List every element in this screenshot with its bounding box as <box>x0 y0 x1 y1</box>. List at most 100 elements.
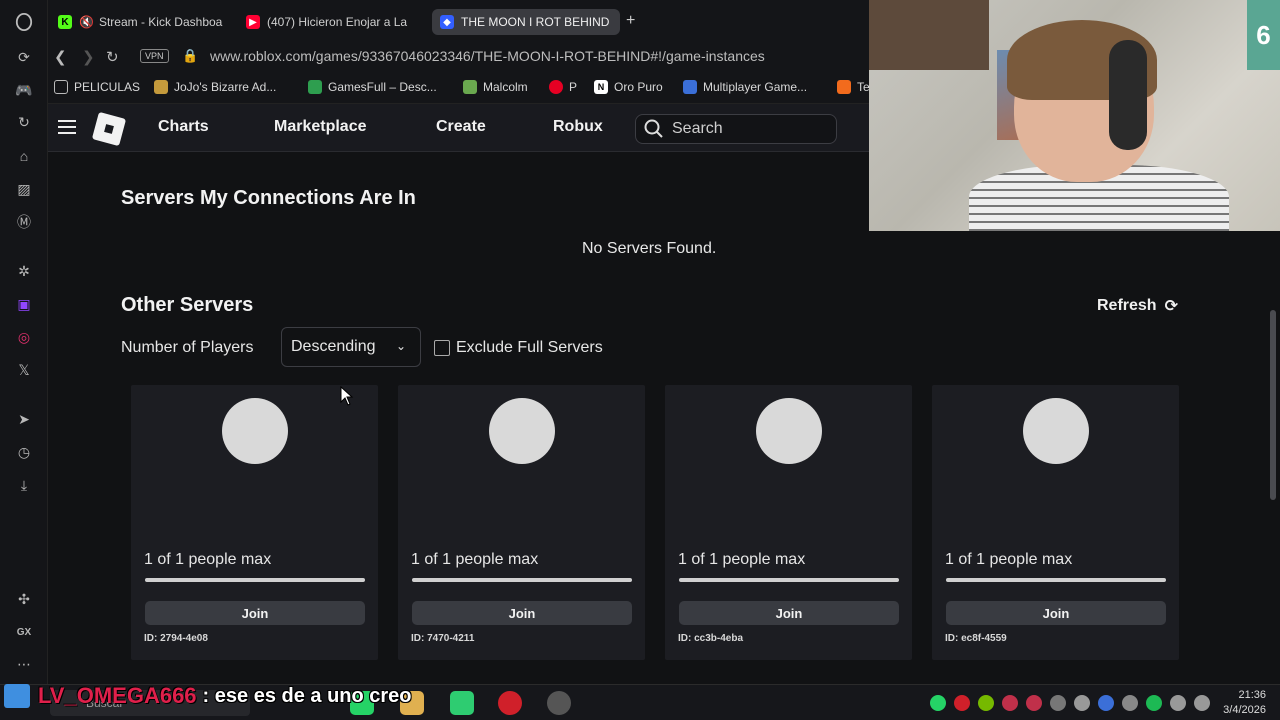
image-icon[interactable]: ▨ <box>12 177 36 201</box>
taskbar-clock[interactable]: 21:36 3/4/2026 <box>1223 688 1266 718</box>
m-icon[interactable]: Ⓜ <box>12 210 36 234</box>
volume-icon[interactable] <box>1194 695 1210 711</box>
new-tab-button[interactable]: + <box>626 12 635 30</box>
tab-title: Stream - Kick Dashboa <box>98 15 223 29</box>
tray-icon[interactable] <box>1002 695 1018 711</box>
gx-cleaner-icon[interactable]: ✣ <box>12 587 36 611</box>
forward-icon[interactable]: ❯ <box>82 48 95 66</box>
te-icon <box>837 80 851 94</box>
menu-icon[interactable] <box>58 120 76 138</box>
player-avatar[interactable] <box>756 398 822 464</box>
bookmark-label: P <box>569 80 578 94</box>
bookmark-malcolm[interactable]: Malcolm <box>463 80 528 94</box>
mouse-cursor-icon <box>340 386 354 406</box>
refresh-button[interactable]: Refresh ⟳ <box>1097 296 1178 316</box>
join-button[interactable]: Join <box>679 601 899 625</box>
multiplayer-icon <box>683 80 697 94</box>
page-scrollbar[interactable] <box>1266 232 1280 684</box>
refresh-circle-icon[interactable]: ↻ <box>12 110 36 134</box>
send-icon[interactable]: ➤ <box>12 407 36 431</box>
opera-gx-icon[interactable] <box>498 691 522 715</box>
back-icon[interactable]: ❮ <box>54 48 67 66</box>
join-button[interactable]: Join <box>412 601 632 625</box>
obs-icon[interactable] <box>547 691 571 715</box>
player-avatar[interactable] <box>222 398 288 464</box>
reload-icon[interactable]: ↻ <box>106 48 119 66</box>
headset-icon <box>1109 40 1147 150</box>
jojo-icon <box>154 80 168 94</box>
scroll-thumb[interactable] <box>1270 310 1276 500</box>
tab-youtube[interactable]: ▶ (407) Hicieron Enojar a La <box>238 9 428 35</box>
bookmark-label: GamesFull – Desc... <box>328 80 437 94</box>
bluetooth-icon[interactable] <box>1098 695 1114 711</box>
reload-sidebar-icon[interactable]: ⟳ <box>12 45 36 69</box>
twitch-icon[interactable]: ▣ <box>12 292 36 316</box>
capacity-bar <box>145 578 365 582</box>
nav-charts[interactable]: Charts <box>158 118 209 136</box>
capacity-bar <box>946 578 1166 582</box>
tray-icon[interactable] <box>1050 695 1066 711</box>
webcam-background <box>869 0 989 70</box>
nav-create[interactable]: Create <box>436 118 486 136</box>
bookmark-jojo[interactable]: JoJo's Bizarre Ad... <box>154 80 276 94</box>
join-button[interactable]: Join <box>946 601 1166 625</box>
search-input[interactable]: Search <box>635 114 837 144</box>
network-icon[interactable] <box>1170 695 1186 711</box>
instagram-icon[interactable]: ◎ <box>12 325 36 349</box>
bookmark-gamesfull[interactable]: GamesFull – Desc... <box>308 80 437 94</box>
download-icon[interactable]: ⤓ <box>12 473 36 497</box>
clock-date: 3/4/2026 <box>1223 704 1266 716</box>
search-placeholder: Search <box>672 120 723 137</box>
player-avatar[interactable] <box>1023 398 1089 464</box>
sort-value: Descending <box>291 338 376 355</box>
join-button[interactable]: Join <box>145 601 365 625</box>
roblox-logo[interactable] <box>91 111 127 147</box>
tab-roblox[interactable]: ◆ THE MOON I ROT BEHIND <box>432 9 620 35</box>
gx-icon[interactable]: GX <box>12 620 36 644</box>
shop-icon[interactable]: ⌂ <box>12 144 36 168</box>
whatsapp-tray-icon[interactable] <box>930 695 946 711</box>
nvidia-tray-icon[interactable] <box>978 695 994 711</box>
exclude-full-checkbox[interactable] <box>434 340 450 356</box>
capacity-bar <box>679 578 899 582</box>
youtube-icon: ▶ <box>246 15 260 29</box>
opera-logo-icon[interactable] <box>12 10 36 34</box>
url-field[interactable]: www.roblox.com/games/93367046023346/THE-… <box>210 48 765 64</box>
bookmark-oro-puro[interactable]: N Oro Puro <box>594 80 663 94</box>
chatgpt-icon[interactable]: ✲ <box>12 259 36 283</box>
server-card: 1 of 1 people max Join ID: 7470-4211 <box>398 385 645 660</box>
nav-robux[interactable]: Robux <box>553 118 603 136</box>
chat-username: LV_OMEGA666 <box>38 683 197 708</box>
sort-dropdown[interactable]: Descending ⌄ <box>281 327 421 367</box>
server-list-page: Servers My Connections Are In No Servers… <box>48 152 1266 684</box>
bookmark-pinterest[interactable]: P <box>549 80 577 94</box>
player-count: 1 of 1 people max <box>945 551 1073 568</box>
exclude-full-label[interactable]: Exclude Full Servers <box>456 339 603 357</box>
folder-icon <box>54 80 68 94</box>
tab-kick[interactable]: K 🔇 Stream - Kick Dashboa <box>50 9 238 35</box>
browser-sidebar: ⟳ 🎮 ↻ ⌂ ▨ Ⓜ ✲ ▣ ◎ 𝕏 ➤ ◷ ⤓ ✣ GX ⋯ <box>0 0 48 684</box>
lock-icon[interactable]: 🔒 <box>182 48 198 64</box>
player-avatar[interactable] <box>489 398 555 464</box>
gamepad-bookmark-icon <box>308 80 322 94</box>
more-icon[interactable]: ⋯ <box>12 652 36 676</box>
muted-icon[interactable]: 🔇 <box>79 15 94 29</box>
vpn-badge[interactable]: VPN <box>140 49 169 63</box>
x-icon[interactable]: 𝕏 <box>12 358 36 382</box>
tray-icon[interactable] <box>1122 695 1138 711</box>
server-id: ID: ec8f-4559 <box>945 633 1007 644</box>
opera-tray-icon[interactable] <box>954 695 970 711</box>
wifi-icon[interactable] <box>1074 695 1090 711</box>
app-icon[interactable] <box>450 691 474 715</box>
tray-icon[interactable] <box>1026 695 1042 711</box>
history-icon[interactable]: ◷ <box>12 440 36 464</box>
spotify-icon[interactable] <box>1146 695 1162 711</box>
malcolm-icon <box>463 80 477 94</box>
bookmark-multiplayer[interactable]: Multiplayer Game... <box>683 80 807 94</box>
player-count: 1 of 1 people max <box>678 551 806 568</box>
bookmark-te[interactable]: Te <box>837 80 870 94</box>
gamepad-icon[interactable]: 🎮 <box>12 78 36 102</box>
bookmark-peliculas[interactable]: PELICULAS <box>54 80 140 94</box>
nav-marketplace[interactable]: Marketplace <box>274 118 367 136</box>
server-id: ID: 7470-4211 <box>411 633 475 644</box>
